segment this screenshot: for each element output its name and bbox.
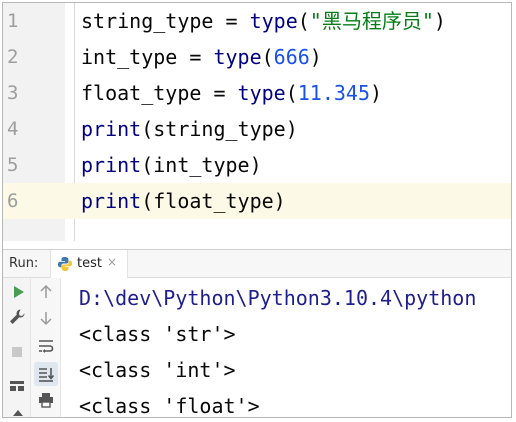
run-icon[interactable] [8,282,28,302]
code-token: ) [309,45,322,69]
run-label: Run: [9,256,39,271]
run-tool-header: Run: test × [3,250,511,278]
run-toolbar-left [3,278,31,418]
run-panel-body: D:\dev\Python\Python3.10.4\python <class… [3,278,511,418]
code-line[interactable]: 1 string_type = type("黑马程序员") [3,3,511,39]
code-token: ) [433,9,446,33]
line-number: 4 [7,118,19,140]
code-token: float_type = [81,81,238,105]
code-token: type [237,81,286,105]
code-token: 666 [273,45,310,69]
code-token: ( [285,81,298,105]
code-text[interactable]: float_type = type(11.345) [81,75,382,111]
code-token: string_type = [81,9,250,33]
run-tab-test[interactable]: test × [50,250,128,278]
run-tab-label: test [77,256,102,271]
line-number: 2 [7,46,19,68]
run-toolbar-right [31,278,61,417]
up-arrow-icon[interactable] [36,282,56,302]
console-line[interactable]: <class 'str'> [79,316,236,352]
code-text[interactable]: print(float_type) [81,183,286,219]
code-token: (string_type) [141,117,298,141]
line-number: 1 [7,10,19,32]
line-number: 3 [7,82,19,104]
code-token: ( [261,45,274,69]
code-line[interactable]: 2 int_type = type(666) [3,39,511,75]
layout-icon[interactable] [7,376,27,396]
line-number: 6 [7,190,19,212]
code-line[interactable]: 4 print(string_type) [3,111,511,147]
code-token: print [81,153,142,177]
code-text[interactable]: int_type = type(666) [81,39,322,75]
code-line[interactable]: 3 float_type = type(11.345) [3,75,511,111]
code-token: (float_type) [141,189,286,213]
code-token: ) [370,81,383,105]
line-number: 5 [7,154,19,176]
scroll-to-end-icon[interactable] [36,364,56,384]
console-line[interactable]: <class 'float'> [79,388,260,417]
code-token: 11.345 [297,81,371,105]
code-token: print [81,189,142,213]
code-token: int_type = [81,45,214,69]
code-token: print [81,117,142,141]
code-editor[interactable]: 1 string_type = type("黑马程序员") 2 int_type… [3,3,511,241]
code-token: "黑马程序员" [309,9,434,33]
pin-icon[interactable] [8,406,28,418]
console-output[interactable]: D:\dev\Python\Python3.10.4\python <class… [79,278,511,417]
code-token: (int_type) [141,153,262,177]
console-line[interactable]: <class 'int'> [79,352,236,388]
code-line[interactable]: 5 print(int_type) [3,147,511,183]
code-token: type [213,45,262,69]
wrench-icon[interactable] [7,307,27,327]
python-icon [58,257,72,271]
stop-icon[interactable] [7,342,27,362]
code-text[interactable]: print(string_type) [81,111,298,147]
close-icon[interactable]: × [107,255,117,269]
down-arrow-icon[interactable] [36,308,56,328]
print-icon[interactable] [36,390,56,410]
code-line-current[interactable]: 6 print(float_type) [3,183,511,219]
soft-wrap-icon[interactable] [36,336,56,356]
ide-window: 1 string_type = type("黑马程序员") 2 int_type… [2,2,512,418]
code-token: ( [297,9,310,33]
console-line-path[interactable]: D:\dev\Python\Python3.10.4\python [79,280,476,316]
code-token: type [249,9,298,33]
code-text[interactable]: string_type = type("黑马程序员") [81,3,446,39]
code-text[interactable]: print(int_type) [81,147,262,183]
